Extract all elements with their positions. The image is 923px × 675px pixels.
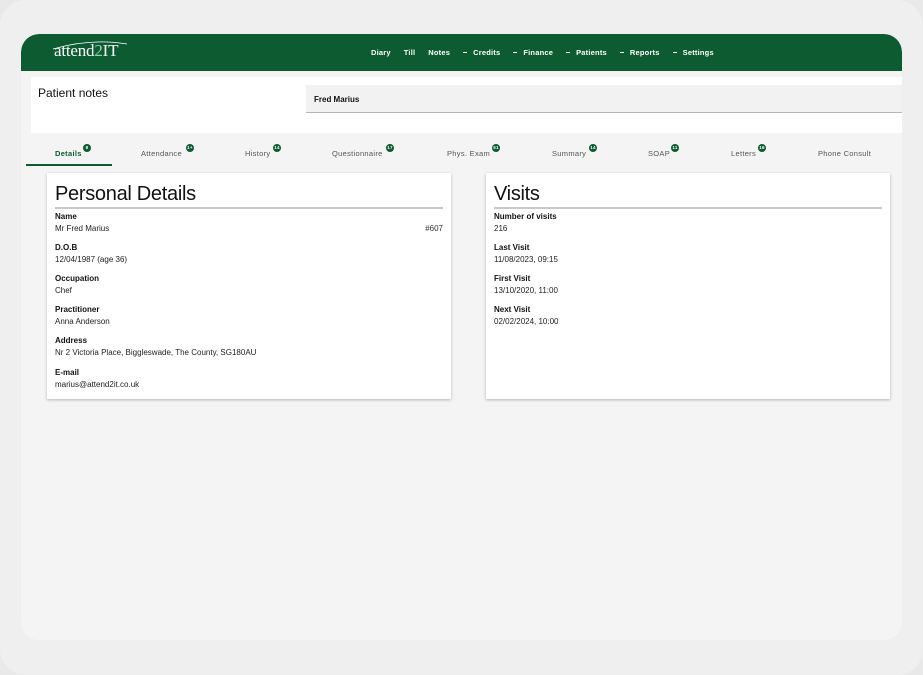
- nav-item-finance[interactable]: Finance: [513, 48, 553, 57]
- tab-soap[interactable]: SOAP 11: [648, 140, 708, 166]
- tab-badge: 14: [589, 144, 597, 152]
- tab-attendance[interactable]: Attendance 1+: [141, 140, 221, 166]
- main-nav: Diary Till Notes Credits Finance Patient…: [371, 34, 727, 71]
- tab-label: Attendance: [141, 149, 182, 158]
- field-last-visit: Last Visit 11/08/2023, 09:15: [494, 243, 558, 264]
- divider: [55, 207, 443, 209]
- card-title: Personal Details: [55, 183, 196, 205]
- top-nav-bar: attend2IT Diary Till Notes Credits Finan…: [21, 34, 902, 71]
- nav-item-till[interactable]: Till: [404, 48, 416, 57]
- divider: [494, 207, 882, 209]
- field-first-visit: First Visit 13/10/2020, 11:00: [494, 274, 558, 295]
- tab-label: Phone Consult: [818, 149, 872, 158]
- field-practitioner: Practitioner Anna Anderson: [55, 305, 110, 326]
- field-value: Chef: [55, 286, 72, 295]
- field-value: marius@attend2it.co.uk: [55, 380, 140, 389]
- nav-label: Diary: [371, 48, 391, 57]
- field-label: Last Visit: [494, 243, 530, 252]
- patient-id: #607: [425, 224, 443, 233]
- field-label: D.O.B: [55, 243, 78, 252]
- app-screen: attend2IT Diary Till Notes Credits Finan…: [21, 34, 902, 640]
- tab-label: Details: [55, 149, 82, 158]
- visits-card: Visits Number of visits 216 Last Visit 1…: [486, 173, 890, 399]
- field-address: Address Nr 2 Victoria Place, Biggleswade…: [55, 336, 256, 357]
- nav-item-patients[interactable]: Patients: [566, 48, 607, 57]
- field-dob: D.O.B 12/04/1987 (age 36): [55, 243, 127, 264]
- logo-text-accent: 2: [94, 41, 103, 60]
- field-name: Name Mr Fred Marius: [55, 212, 109, 233]
- field-value: Mr Fred Marius: [55, 224, 110, 233]
- field-value: Nr 2 Victoria Place, Biggleswade, The Co…: [55, 348, 257, 357]
- field-label: First Visit: [494, 274, 531, 283]
- nav-label: Settings: [682, 48, 714, 57]
- tab-phone-consult[interactable]: Phone Consult: [818, 140, 898, 166]
- nav-item-credits[interactable]: Credits: [463, 48, 500, 57]
- tab-letters[interactable]: Letters 16: [731, 140, 791, 166]
- tab-history[interactable]: History 14: [245, 140, 315, 166]
- nav-label: Reports: [629, 48, 660, 57]
- page-title: Patient notes: [38, 86, 109, 100]
- nav-label: Credits: [473, 48, 501, 57]
- active-tab-indicator: [26, 164, 112, 166]
- field-label: E-mail: [55, 368, 80, 377]
- nav-item-notes[interactable]: Notes: [428, 48, 450, 57]
- dropdown-indicator-icon: [513, 51, 518, 54]
- field-label: Name: [55, 212, 77, 221]
- patient-selector[interactable]: Fred Marius: [306, 85, 902, 113]
- selected-patient-name: Fred Marius: [314, 95, 360, 104]
- field-value: 216: [494, 224, 508, 233]
- field-next-visit: Next Visit 02/02/2024, 10:00: [494, 305, 559, 326]
- tab-phys-exam[interactable]: Phys. Exam 51: [447, 140, 527, 166]
- tab-badge: 11: [671, 144, 679, 152]
- tab-questionnaire[interactable]: Questionnaire 17: [332, 140, 422, 166]
- tab-label: Phys. Exam: [447, 149, 491, 158]
- nav-item-diary[interactable]: Diary: [371, 48, 391, 57]
- field-email: E-mail marius@attend2it.co.uk: [55, 368, 139, 389]
- nav-item-reports[interactable]: Reports: [619, 48, 660, 57]
- tab-badge: 17: [386, 144, 394, 152]
- nav-label: Finance: [523, 48, 554, 57]
- tab-label: Summary: [552, 149, 587, 158]
- tab-badge: 51: [492, 144, 500, 152]
- tab-summary[interactable]: Summary 14: [552, 140, 622, 166]
- field-value: 11/08/2023, 09:15: [494, 255, 558, 264]
- logo-text-right: IT: [102, 41, 119, 60]
- dropdown-indicator-icon: [463, 51, 468, 54]
- field-label: Address: [55, 336, 88, 345]
- card-title: Visits: [494, 183, 540, 205]
- app-logo[interactable]: attend2IT: [54, 41, 119, 61]
- device-frame: attend2IT Diary Till Notes Credits Finan…: [0, 0, 923, 675]
- notes-header-panel: Patient notes Fred Marius: [31, 77, 902, 133]
- tab-badge: 16: [758, 144, 766, 152]
- field-value: 02/02/2024, 10:00: [494, 317, 559, 326]
- field-value: Anna Anderson: [55, 317, 110, 326]
- tab-label: SOAP: [648, 149, 671, 158]
- field-number-of-visits: Number of visits 216: [494, 212, 557, 233]
- dropdown-indicator-icon: [619, 51, 624, 54]
- field-label: Occupation: [55, 274, 100, 283]
- tab-details[interactable]: Details 8: [55, 140, 115, 166]
- notes-tabs: Details 8 Attendance 1+ History 14 Quest…: [21, 140, 902, 166]
- nav-label: Till: [403, 48, 416, 57]
- tab-label: History: [245, 149, 271, 158]
- nav-item-settings[interactable]: Settings: [672, 48, 714, 57]
- field-value: 12/04/1987 (age 36): [55, 255, 128, 264]
- logo-text-left: attend: [54, 41, 95, 60]
- nav-label: Patients: [576, 48, 607, 57]
- tab-label: Letters: [731, 149, 757, 158]
- nav-label: Notes: [428, 48, 451, 57]
- dropdown-indicator-icon: [566, 51, 571, 54]
- tab-badge: 14: [273, 144, 281, 152]
- tab-badge: 1+: [186, 144, 194, 152]
- dropdown-indicator-icon: [672, 51, 677, 54]
- tab-badge: 8: [83, 144, 91, 152]
- field-label: Practitioner: [55, 305, 100, 314]
- field-occupation: Occupation Chef: [55, 274, 99, 295]
- tab-label: Questionnaire: [332, 149, 383, 158]
- field-label: Number of visits: [494, 212, 557, 221]
- field-value: 13/10/2020, 11:00: [494, 286, 558, 295]
- personal-details-card: Personal Details #607 Name Mr Fred Mariu…: [47, 173, 451, 399]
- field-label: Next Visit: [494, 305, 531, 314]
